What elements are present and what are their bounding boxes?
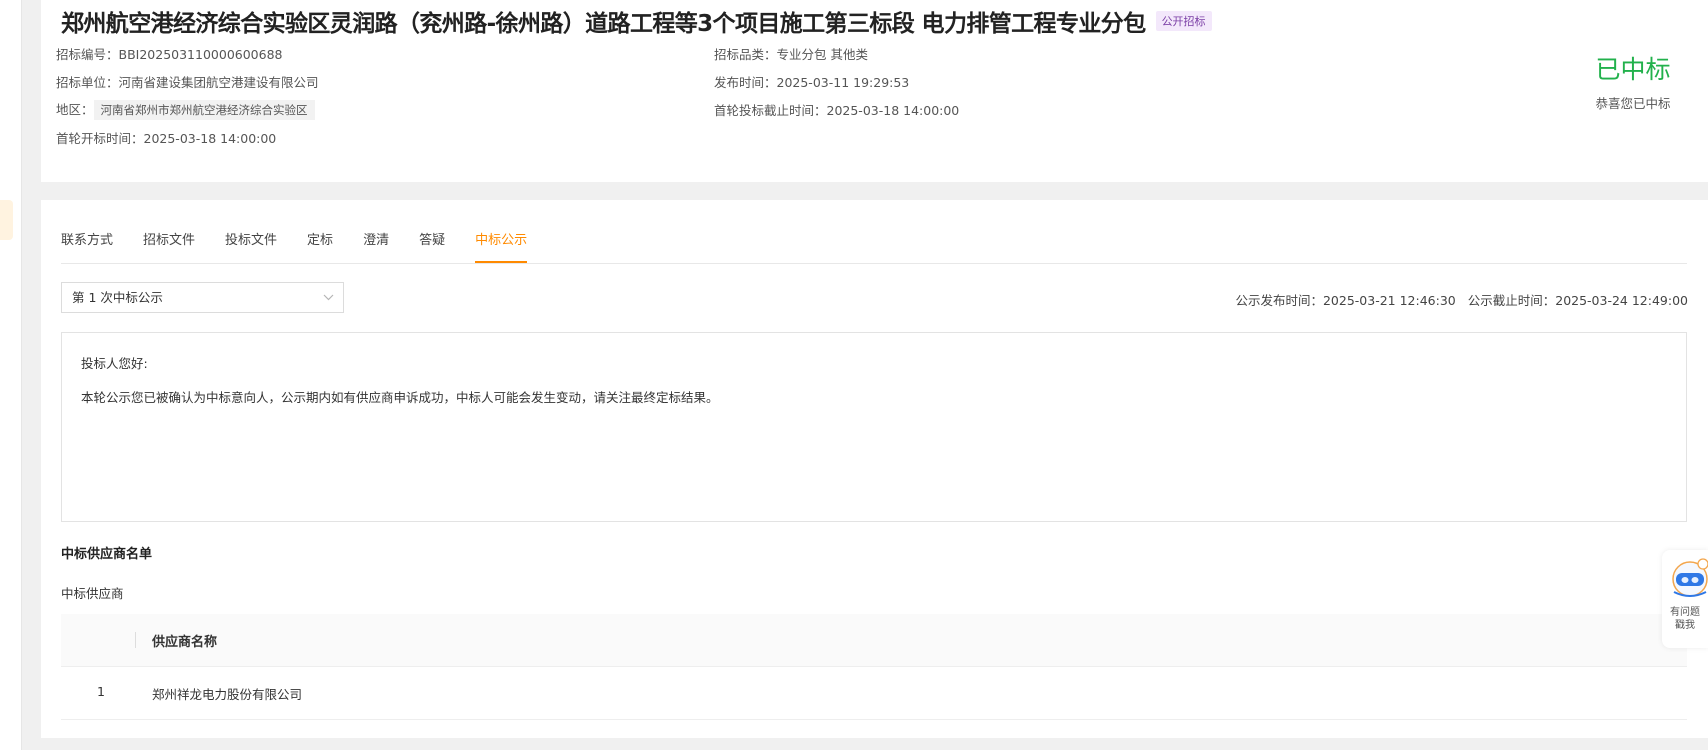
tab-award-decision[interactable]: 定标 xyxy=(307,232,333,262)
won-status: 已中标 xyxy=(1595,55,1671,84)
tab-tender-documents[interactable]: 招标文件 xyxy=(143,232,195,262)
help-label: 有问题 戳我 xyxy=(1662,606,1708,632)
notice-greeting: 投标人您好: xyxy=(81,356,148,371)
won-status-subtitle: 恭喜您已中标 xyxy=(1595,96,1671,111)
project-title: 郑州航空港经济综合实验区灵润路（兖州路-徐州路）道路工程等3个项目施工第三标段 … xyxy=(61,11,1146,37)
supplier-name: 郑州祥龙电力股份有限公司 xyxy=(152,687,303,702)
tab-bid-documents[interactable]: 投标文件 xyxy=(225,232,277,262)
region-tag: 河南省郑州市郑州航空港经济综合实验区 xyxy=(93,100,315,120)
tab-contact[interactable]: 联系方式 xyxy=(61,232,113,262)
table-header: 供应商名称 xyxy=(61,614,1687,667)
bid-category: 招标品类：专业分包 其他类 xyxy=(714,47,868,62)
help-label-line2: 戳我 xyxy=(1675,620,1695,631)
open-time: 首轮开标时间：2025-03-18 14:00:00 xyxy=(56,131,277,146)
region-row: 地区： 河南省郑州市郑州航空港经济综合实验区 xyxy=(56,99,315,120)
notice-body: 本轮公示您已被确认为中标意向人，公示期内如有供应商申诉成功，中标人可能会发生变动… xyxy=(81,390,719,405)
column-header-supplier-name: 供应商名称 xyxy=(152,635,218,650)
row-index: 1 xyxy=(97,684,105,699)
column-divider xyxy=(135,632,136,648)
bid-deadline: 首轮投标截止时间：2025-03-18 14:00:00 xyxy=(714,103,960,118)
tab-bar: 联系方式 招标文件 投标文件 定标 澄清 答疑 中标公示 xyxy=(61,232,1687,264)
sidebar-collapse-handle[interactable] xyxy=(0,200,13,240)
notice-publish-time: 公示发布时间：2025-03-21 12:46:30 xyxy=(1235,293,1456,308)
tab-qa[interactable]: 答疑 xyxy=(419,232,445,262)
detail-card: 联系方式 招标文件 投标文件 定标 澄清 答疑 中标公示 第 1 次中标公示 公… xyxy=(41,200,1708,738)
tender-type-badge: 公开招标 xyxy=(1155,11,1212,31)
project-info-card: 郑州航空港经济综合实验区灵润路（兖州路-徐州路）道路工程等3个项目施工第三标段 … xyxy=(41,0,1708,182)
notice-dates: 公示发布时间：2025-03-21 12:46:30 公示截止时间：2025-03… xyxy=(1235,290,1688,309)
bid-number: 招标编号：BBI202503110000600688 xyxy=(56,47,283,62)
notice-message-box: 投标人您好: 本轮公示您已被确认为中标意向人，公示期内如有供应商申诉成功，中标人… xyxy=(61,332,1687,522)
tab-clarification[interactable]: 澄清 xyxy=(363,232,389,262)
winners-table: 供应商名称 1 郑州祥龙电力股份有限公司 xyxy=(61,614,1687,720)
title-row: 郑州航空港经济综合实验区灵润路（兖州路-徐州路）道路工程等3个项目施工第三标段 … xyxy=(61,4,1212,38)
region-label: 地区： xyxy=(56,102,94,117)
notice-end-time: 公示截止时间：2025-03-24 12:49:00 xyxy=(1467,293,1688,308)
notice-round-select[interactable]: 第 1 次中标公示 xyxy=(61,282,344,313)
publish-time: 发布时间：2025-03-11 19:29:53 xyxy=(714,75,910,90)
help-label-line1: 有问题 xyxy=(1670,607,1700,618)
notice-round-value: 第 1 次中标公示 xyxy=(72,290,163,305)
help-widget[interactable]: 有问题 戳我 xyxy=(1662,550,1708,648)
left-sidebar-strip xyxy=(0,0,22,750)
robot-mascot-icon xyxy=(1672,558,1708,597)
tab-award-notice[interactable]: 中标公示 xyxy=(475,232,528,263)
tenderer: 招标单位：河南省建设集团航空港建设有限公司 xyxy=(56,75,319,90)
chevron-down-icon xyxy=(323,284,334,324)
winners-subtitle: 中标供应商 xyxy=(61,586,124,601)
winners-section-title: 中标供应商名单 xyxy=(61,547,153,562)
table-row: 1 郑州祥龙电力股份有限公司 xyxy=(61,667,1687,720)
